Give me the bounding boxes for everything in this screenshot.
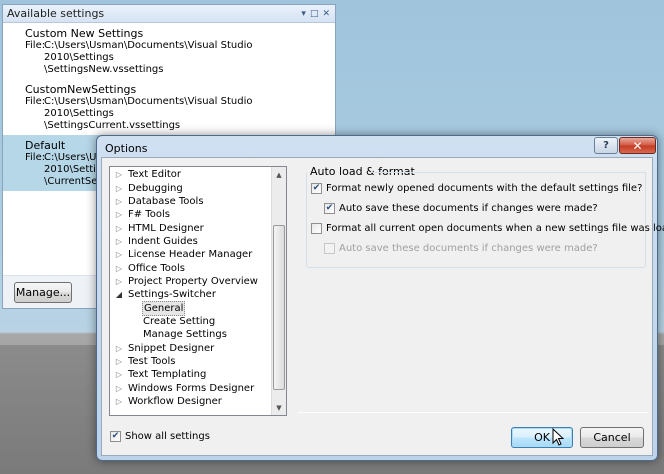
checkbox-checked-icon[interactable]: ✔ [311,183,322,194]
option-label: Auto save these documents if changes wer… [339,243,598,254]
auto-save-new-documents-option[interactable]: ✔ Auto save these documents if changes w… [324,203,598,214]
tree-item-office-tools[interactable]: ▷ Office Tools [110,261,272,274]
mouse-cursor-icon [552,428,565,446]
tree-item-create-setting[interactable]: Create Setting [110,315,272,328]
settings-entry-name: Custom New Settings [25,27,144,40]
tree-item-snippet-designer[interactable]: ▷ Snippet Designer [110,341,272,354]
cancel-button[interactable]: Cancel [580,427,644,448]
expand-arrow-icon[interactable]: ▷ [110,195,128,208]
tree-item-project-property-overview[interactable]: ▷ Project Property Overview [110,275,272,288]
expand-arrow-icon[interactable]: ▷ [110,382,128,395]
expand-arrow-icon[interactable]: ▷ [110,262,128,275]
checkbox-disabled-icon [324,243,335,254]
option-label: Format newly opened documents with the d… [326,183,643,194]
tree-item-license-header-manager[interactable]: ▷ License Header Manager [110,248,272,261]
tree-item-fsharp-tools[interactable]: ▷ F# Tools [110,208,272,221]
settings-entry-name: CustomNewSettings [25,83,137,96]
tree-item-windows-forms-designer[interactable]: ▷ Windows Forms Designer [110,382,272,395]
tree-item-label: General [142,300,186,316]
close-button[interactable]: ✕ [619,137,656,154]
tree-item-label: Windows Forms Designer [128,382,255,394]
tree-item-label: Office Tools [128,262,186,274]
checkbox-unchecked-icon[interactable] [311,223,322,234]
settings-entry[interactable]: CustomNewSettings File: C:\Users\Usman\D… [3,79,335,135]
tree-item-label: Text Templating [128,369,207,381]
dialog-title: Options [105,142,148,155]
file-label: File: [25,152,46,163]
expand-arrow-icon[interactable]: ▷ [110,342,128,355]
auto-save-open-documents-option: Auto save these documents if changes wer… [324,243,598,254]
expand-arrow-icon[interactable]: ▷ [110,395,128,408]
collapse-arrow-icon[interactable]: ◢ [110,288,128,301]
tree-item-label: Manage Settings [143,329,227,341]
checkbox-checked-icon[interactable]: ✔ [110,431,121,442]
scroll-up-icon[interactable]: ▲ [272,167,286,182]
tree-item-manage-settings[interactable]: Manage Settings [110,328,272,341]
dialog-body: ▷ Text Editor ▷ Debugging ▷ Database Tools … [101,157,664,456]
file-label: File: [25,40,46,51]
expand-arrow-icon[interactable]: ▷ [110,355,128,368]
checkbox-checked-icon[interactable]: ✔ [324,203,335,214]
available-settings-title: Available settings [7,7,105,20]
option-label: Format all current open documents when a… [326,223,664,234]
tree-item-label: Text Editor [128,169,181,181]
expand-arrow-icon[interactable]: ▷ [110,168,128,181]
file-label: File: [25,96,46,107]
maximize-icon[interactable]: □ [310,9,319,19]
tree-item-label: Debugging [128,182,183,194]
format-new-documents-option[interactable]: ✔ Format newly opened documents with the… [311,183,642,194]
show-all-settings-label: Show all settings [125,431,210,442]
tree-item-debugging[interactable]: ▷ Debugging [110,181,272,194]
tree-item-label: Workflow Designer [128,396,222,408]
tree-item-label: License Header Manager [128,249,253,261]
tree-item-settings-switcher[interactable]: ◢ Settings-Switcher [110,288,272,301]
available-settings-titlebar: Available settings ▾ □ ✕ [3,5,335,23]
expand-arrow-icon[interactable]: ▷ [110,235,128,248]
expand-arrow-icon[interactable]: ▷ [110,222,128,235]
file-path-continued: \SettingsNew.vssettings [44,64,164,75]
tree-item-label: HTML Designer [128,222,204,234]
tree-item-workflow-designer[interactable]: ▷ Workflow Designer [110,395,272,408]
tree-item-text-editor[interactable]: ▷ Text Editor [110,168,272,181]
options-dialog: Options ? ✕ ▷ Text Editor ▷ Debugging ▷ Dat… [96,135,664,461]
file-path: C:\Users\Usman\Documents\Visual Studio 2… [44,40,253,63]
show-all-settings-checkbox[interactable]: ✔ Show all settings [110,431,210,442]
expand-arrow-icon[interactable]: ▷ [110,182,128,195]
help-button[interactable]: ? [594,137,618,154]
tree-item-label: Snippet Designer [128,342,215,354]
expand-arrow-icon[interactable]: ▷ [110,275,128,288]
tree-item-text-templating[interactable]: ▷ Text Templating [110,368,272,381]
tree-item-label: Project Property Overview [128,275,258,287]
tree-item-label: F# Tools [128,209,170,221]
tree-scrollbar[interactable]: ▲ ▼ [271,167,286,415]
settings-entry[interactable]: Custom New Settings File: C:\Users\Usman… [3,23,335,79]
tree-item-label: Create Setting [143,315,216,327]
format-open-documents-option[interactable]: Format all current open documents when a… [311,223,664,234]
tree-item-label: Test Tools [128,355,176,367]
expand-arrow-icon[interactable]: ▷ [110,248,128,261]
tree-item-indent-guides[interactable]: ▷ Indent Guides [110,235,272,248]
tree-item-general[interactable]: General [110,300,272,316]
close-icon[interactable]: ✕ [322,9,330,19]
scrollbar-thumb[interactable] [273,225,285,390]
expand-arrow-icon[interactable]: ▷ [110,208,128,221]
tree-item-label: Settings-Switcher [128,289,216,301]
tree-item-database-tools[interactable]: ▷ Database Tools [110,195,272,208]
tree-item-label: Database Tools [128,195,204,207]
scroll-down-icon[interactable]: ▼ [272,400,286,415]
tree-item-test-tools[interactable]: ▷ Test Tools [110,355,272,368]
chevron-down-icon[interactable]: ▾ [301,9,306,19]
manage-button[interactable]: Manage... [14,282,72,303]
footer-divider [298,412,648,413]
file-path-continued: \SettingsCurrent.vssettings [44,120,181,131]
expand-arrow-icon[interactable]: ▷ [110,368,128,381]
options-tree: ▷ Text Editor ▷ Debugging ▷ Database Tools … [109,166,287,416]
tree-item-label: Indent Guides [128,235,198,247]
option-label: Auto save these documents if changes wer… [339,203,598,214]
file-path: C:\Users\Usman\Documents\Visual Studio 2… [44,96,253,119]
tree-item-html-designer[interactable]: ▷ HTML Designer [110,221,272,234]
